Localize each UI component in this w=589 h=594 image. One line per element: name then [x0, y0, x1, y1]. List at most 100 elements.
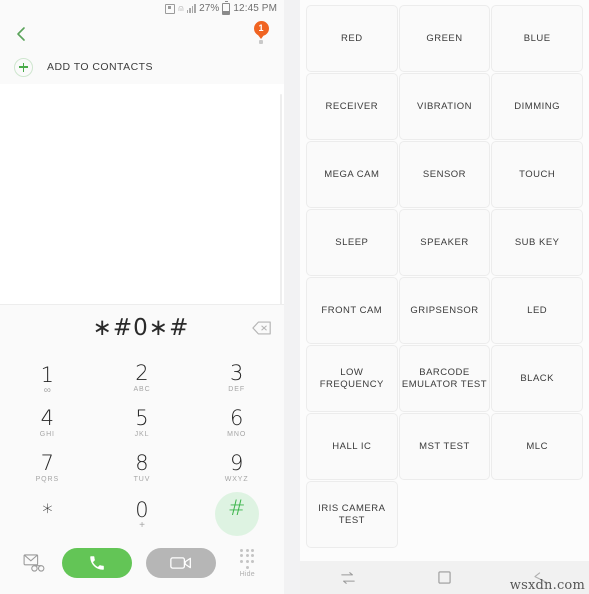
dialpad-key-5[interactable]: 5 JKL — [113, 402, 171, 446]
test-button-iris-camera-test[interactable]: IRIS CAMERA TEST — [306, 481, 398, 548]
dialer-top-bar: 1 — [0, 17, 284, 50]
battery-percent-label: 27% — [199, 3, 220, 14]
backspace-icon — [252, 321, 271, 335]
number-display: ∗#0∗# — [0, 304, 284, 351]
key-sublabel: + — [139, 519, 145, 531]
dialpad-key-6[interactable]: 6 MNO — [208, 402, 266, 446]
key-sublabel: DEF — [228, 386, 245, 393]
video-call-icon — [169, 557, 191, 569]
key-digit: 4 — [40, 406, 55, 430]
key-digit: 9 — [229, 451, 244, 475]
contacts-list-area — [0, 84, 284, 314]
scrollbar[interactable] — [280, 94, 282, 314]
clock-label: 12:45 PM — [233, 3, 277, 14]
recents-button[interactable] — [328, 566, 368, 590]
watermark: wsxdn.com — [509, 578, 585, 593]
back-chevron-icon — [17, 26, 25, 41]
plus-circle-icon — [14, 57, 33, 77]
add-to-contacts-label: ADD TO CONTACTS — [47, 61, 153, 73]
service-test-grid: RED GREEN BLUE RECEIVER VIBRATION DIMMIN… — [300, 0, 589, 561]
back-button[interactable] — [10, 23, 32, 45]
key-digit: # — [227, 496, 246, 520]
hide-label: Hide — [239, 570, 255, 578]
key-digit: 7 — [40, 451, 55, 475]
notification-badge[interactable]: 1 — [250, 20, 272, 47]
key-digit: 2 — [135, 361, 149, 385]
test-button-barcode-emulator-test[interactable]: BARCODE EMULATOR TEST — [398, 345, 491, 412]
battery-icon — [222, 0, 231, 15]
home-button[interactable] — [424, 566, 464, 590]
key-sublabel: WXYZ — [224, 476, 249, 483]
dialpad-key-7[interactable]: 7 PQRS — [18, 447, 76, 491]
dialpad-key-3[interactable]: 3 DEF — [208, 357, 266, 401]
call-button[interactable] — [62, 548, 133, 578]
key-digit: ∗ — [40, 496, 54, 520]
dialpad-key-hash[interactable]: # — [214, 491, 259, 536]
signal-bars-icon — [186, 4, 197, 13]
test-button-sleep[interactable]: SLEEP — [306, 209, 398, 276]
test-button-sub-key[interactable]: SUB KEY — [491, 209, 583, 276]
key-sublabel: PQRS — [35, 476, 60, 483]
service-mode-panel: RED GREEN BLUE RECEIVER VIBRATION DIMMIN… — [300, 0, 589, 594]
keypad-dots-extra-icon — [245, 565, 249, 569]
test-button-receiver[interactable]: RECEIVER — [306, 73, 398, 140]
voicemail-icon — [23, 554, 45, 572]
dialpad-key-8[interactable]: 8 TUV — [113, 447, 171, 491]
voicemail-button[interactable] — [19, 548, 49, 578]
dialpad-key-star[interactable]: ∗ — [18, 492, 76, 536]
dialer-panel: ⍝ 27% 12:45 PM 1 ADD TO CONTACTS ∗#0∗# 1… — [0, 0, 284, 594]
key-sublabel: MNO — [227, 431, 247, 438]
test-button-dimming[interactable]: DIMMING — [491, 73, 583, 140]
test-button-green[interactable]: GREEN — [398, 5, 491, 72]
dialpad-key-9[interactable]: 9 WXYZ — [208, 447, 266, 491]
test-button-vibration[interactable]: VIBRATION — [398, 73, 491, 140]
dialpad: 1 ∞ 2 ABC 3 DEF 4 GHI 5 JKL 6 MNO 7 PQRS… — [0, 351, 284, 536]
test-button-low-frequency[interactable]: LOW FREQUENCY — [306, 345, 398, 412]
badge-count: 1 — [253, 20, 269, 36]
test-button-mst-test[interactable]: MST TEST — [398, 413, 491, 480]
phone-call-icon — [90, 556, 105, 570]
test-button-speaker[interactable]: SPEAKER — [398, 209, 491, 276]
test-button-blue[interactable]: BLUE — [491, 5, 583, 72]
key-digit: 1 — [40, 362, 55, 387]
dialpad-key-2[interactable]: 2 ABC — [113, 357, 171, 401]
key-digit: 3 — [229, 361, 244, 385]
grid-filler — [491, 481, 583, 548]
android-nav-bar: wsxdn.com — [300, 561, 589, 594]
dialer-action-bar: Hide — [0, 536, 284, 594]
dialed-number[interactable]: ∗#0∗# — [10, 315, 250, 341]
keypad-dots-icon — [240, 548, 255, 563]
hide-keypad-button[interactable]: Hide — [229, 548, 265, 578]
video-call-button[interactable] — [145, 548, 216, 578]
wifi-icon: ⍝ — [178, 3, 184, 13]
backspace-button[interactable] — [250, 318, 274, 338]
badge-anchor-dot — [259, 39, 263, 44]
test-button-sensor[interactable]: SENSOR — [398, 141, 491, 208]
test-button-mlc[interactable]: MLC — [491, 413, 583, 480]
key-sublabel: ABC — [133, 386, 151, 393]
test-button-red[interactable]: RED — [306, 5, 398, 72]
test-button-mega-cam[interactable]: MEGA CAM — [306, 141, 398, 208]
test-button-black[interactable]: BLACK — [491, 345, 583, 412]
panel-divider — [284, 0, 300, 594]
key-digit: 8 — [135, 451, 149, 475]
key-sublabel: TUV — [133, 476, 151, 483]
key-sublabel: GHI — [39, 431, 55, 438]
key-sublabel: JKL — [134, 431, 150, 438]
test-button-front-cam[interactable]: FRONT CAM — [306, 277, 398, 344]
test-button-gripsensor[interactable]: GRIPSENSOR — [398, 277, 491, 344]
add-to-contacts-button[interactable]: ADD TO CONTACTS — [0, 50, 284, 84]
test-button-led[interactable]: LED — [491, 277, 583, 344]
dialpad-key-4[interactable]: 4 GHI — [18, 402, 76, 446]
dialpad-key-1[interactable]: 1 ∞ — [18, 357, 76, 401]
test-button-hall-ic[interactable]: HALL IC — [306, 413, 398, 480]
badge-pointer — [258, 34, 264, 39]
status-bar: ⍝ 27% 12:45 PM — [0, 0, 284, 17]
test-button-touch[interactable]: TOUCH — [491, 141, 583, 208]
app-root: ⍝ 27% 12:45 PM 1 ADD TO CONTACTS ∗#0∗# 1… — [0, 0, 589, 594]
grid-filler — [399, 481, 491, 548]
dialpad-key-0[interactable]: 0 + — [113, 492, 171, 536]
alarm-icon — [165, 3, 176, 14]
recents-icon — [341, 571, 355, 584]
home-square-icon — [438, 571, 451, 584]
